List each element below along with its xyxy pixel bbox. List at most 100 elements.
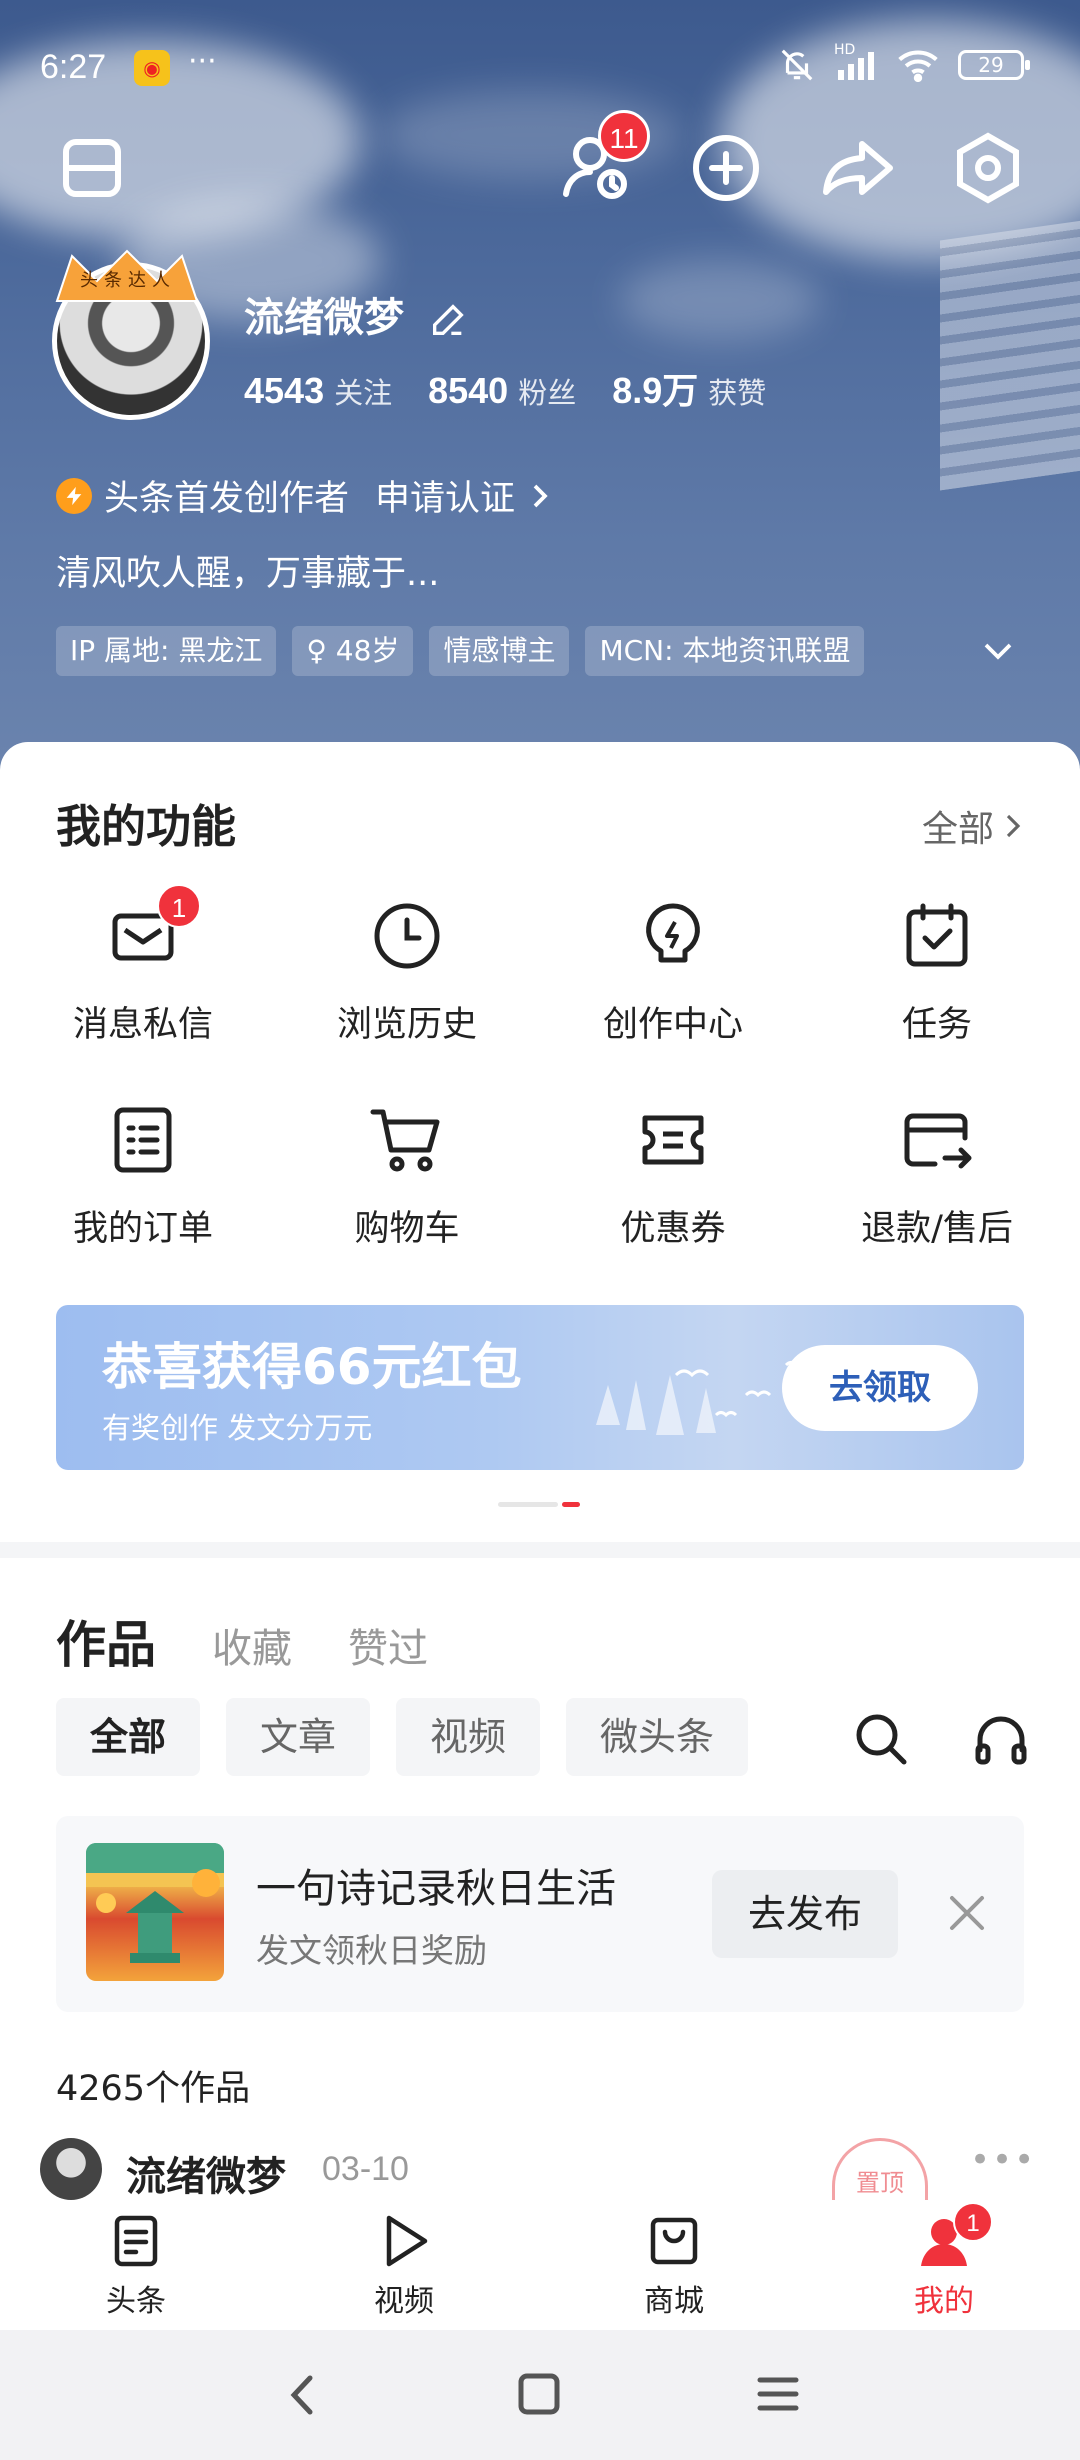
verify-link[interactable]: 申请认证 <box>375 470 515 521</box>
works-count: 4265个作品 <box>56 2069 251 2109</box>
function-refund[interactable]: 退款/售后 <box>802 1102 1072 1251</box>
autumn-pavilion-image <box>86 1843 224 1981</box>
function-cart[interactable]: 购物车 <box>272 1102 542 1251</box>
carousel-indicator <box>498 1502 582 1508</box>
headphones-icon[interactable] <box>972 1710 1030 1768</box>
friend-requests-button[interactable]: 11 <box>556 110 650 208</box>
promo-subtitle: 发文领秋日奖励 <box>256 1931 487 1970</box>
autumn-promo-card[interactable]: 一句诗记录秋日生活 发文领秋日奖励 去发布 <box>56 1816 1024 2012</box>
function-messages[interactable]: 1 消息私信 <box>8 884 278 1047</box>
tab-favorites[interactable]: 收藏 <box>212 1616 292 1674</box>
function-history[interactable]: 浏览历史 <box>272 898 542 1047</box>
menu-icon[interactable] <box>52 128 132 208</box>
promo-title: 一句诗记录秋日生活 <box>256 1866 616 1912</box>
tag-gender-age: ♀ 48岁 <box>292 626 414 676</box>
battery-icon: 29 <box>958 50 1030 80</box>
order-list-icon <box>105 1102 181 1178</box>
mute-icon <box>781 49 813 81</box>
tab-mall[interactable]: 商城 <box>604 2212 744 2320</box>
likes-count[interactable]: 8.9万 <box>612 362 698 414</box>
followers-label: 粉丝 <box>518 376 577 410</box>
tab-videos[interactable]: 视频 <box>334 2212 474 2320</box>
tab-headlines[interactable]: 头条 <box>66 2212 206 2320</box>
function-tasks[interactable]: 任务 <box>802 898 1072 1047</box>
function-label: 任务 <box>901 1005 972 1045</box>
post-item[interactable]: 流绪微梦 03-10 置顶 ••• <box>40 2138 1040 2208</box>
edit-icon[interactable] <box>428 300 468 340</box>
cart-icon <box>369 1102 445 1178</box>
messages-badge: 1 <box>157 884 201 928</box>
tab-label: 视频 <box>374 2284 434 2319</box>
works-filter-chips: 全部 文章 视频 微头条 <box>56 1698 749 1776</box>
tab-me[interactable]: 1 我的 <box>874 2202 1014 2320</box>
settings-hex-icon <box>957 132 1019 204</box>
close-icon[interactable] <box>946 1892 988 1934</box>
claim-button[interactable]: 去领取 <box>782 1345 978 1431</box>
red-packet-banner[interactable]: 恭喜获得66元红包 有奖创作 发文分万元 去领取 <box>56 1305 1024 1470</box>
followers-count[interactable]: 8540 <box>428 370 508 412</box>
works-tabs: 作品 收藏 赞过 <box>56 1605 428 1677</box>
tab-liked[interactable]: 赞过 <box>348 1616 428 1674</box>
post-date: 03-10 <box>322 2150 409 2188</box>
profile-icon: 1 <box>915 2202 993 2270</box>
back-icon[interactable] <box>282 2370 322 2420</box>
filter-micro-posts[interactable]: 微头条 <box>566 1698 749 1776</box>
system-navigation-bar <box>0 2330 1080 2460</box>
post-avatar[interactable] <box>40 2138 102 2200</box>
banner-title: 恭喜获得66元红包 <box>102 1338 522 1396</box>
more-notifications-icon: ··· <box>188 44 217 79</box>
profile-name[interactable]: 流绪微梦 <box>244 285 468 343</box>
chevron-right-icon <box>533 484 548 507</box>
function-label: 创作中心 <box>602 1005 743 1045</box>
clock-icon <box>369 898 445 974</box>
chevron-down-icon[interactable] <box>980 636 1016 666</box>
settings-button[interactable] <box>948 128 1028 208</box>
profile-tags: IP 属地: 黑龙江 ♀ 48岁 情感博主 MCN: 本地资讯联盟 <box>56 626 865 676</box>
likes-label: 获赞 <box>708 376 767 410</box>
news-icon <box>107 2212 165 2270</box>
function-label: 消息私信 <box>72 1005 213 1045</box>
tab-label: 商城 <box>644 2284 704 2319</box>
crown-text: 头条达人 <box>80 270 176 291</box>
bulb-icon <box>635 898 711 974</box>
following-count[interactable]: 4543 <box>244 370 324 412</box>
tab-label: 我的 <box>914 2284 974 2319</box>
me-badge: 1 <box>953 2202 993 2242</box>
function-orders[interactable]: 我的订单 <box>8 1102 278 1251</box>
network-label: HD <box>834 42 856 58</box>
publish-button[interactable]: 去发布 <box>712 1870 898 1958</box>
search-icon[interactable] <box>852 1710 910 1768</box>
functions-all-link[interactable]: 全部 <box>922 800 1024 852</box>
lightning-icon <box>56 477 92 514</box>
home-icon[interactable] <box>516 2370 562 2420</box>
profile-stats: 4543 关注 8540 粉丝 8.9万 获赞 <box>244 362 792 414</box>
refund-icon <box>899 1102 975 1178</box>
function-coupons[interactable]: 优惠券 <box>538 1102 808 1251</box>
banner-subtitle: 有奖创作 发文分万元 <box>102 1411 373 1445</box>
tag-ip-location: IP 属地: 黑龙江 <box>56 626 277 676</box>
creator-verify-row[interactable]: 头条首发创作者 申请认证 <box>56 470 553 521</box>
coupon-icon <box>635 1102 711 1178</box>
tag-mcn: MCN: 本地资讯联盟 <box>585 626 865 676</box>
share-button[interactable] <box>818 128 898 208</box>
tag-category: 情感博主 <box>429 626 570 676</box>
tab-works[interactable]: 作品 <box>56 1605 156 1677</box>
function-label: 购物车 <box>354 1209 460 1249</box>
more-options-icon[interactable]: ••• <box>970 2140 1036 2180</box>
function-creator-center[interactable]: 创作中心 <box>538 898 808 1047</box>
status-time: 6:27 <box>40 48 107 86</box>
filter-all[interactable]: 全部 <box>56 1698 201 1776</box>
signal-icon: HD <box>834 42 878 82</box>
notification-badge: 11 <box>598 110 650 162</box>
function-label: 浏览历史 <box>336 1005 477 1045</box>
post-author[interactable]: 流绪微梦 <box>126 2144 286 2202</box>
section-divider <box>0 1542 1080 1558</box>
filter-articles[interactable]: 文章 <box>226 1698 371 1776</box>
weibo-notification-icon: ◉ <box>134 50 170 86</box>
share-icon <box>823 141 893 195</box>
bio-text[interactable]: 清风吹人醒，万事藏于... <box>56 545 439 596</box>
create-post-button[interactable] <box>686 128 766 208</box>
creator-label: 头条首发创作者 <box>104 479 350 519</box>
filter-videos[interactable]: 视频 <box>396 1698 541 1776</box>
recents-menu-icon[interactable] <box>756 2370 800 2420</box>
